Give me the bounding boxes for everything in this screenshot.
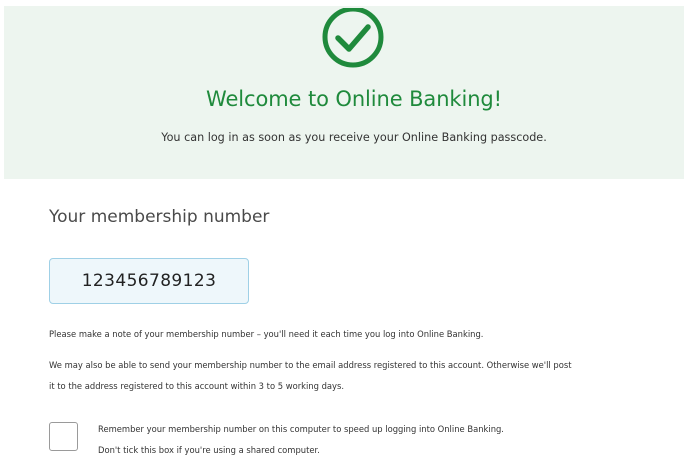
membership-number-display: 123456789123 xyxy=(49,258,249,304)
membership-note-line: Please make a note of your membership nu… xyxy=(49,329,484,339)
remember-membership-label: Remember your membership number on this … xyxy=(98,419,504,461)
welcome-title: Welcome to Online Banking! xyxy=(206,87,502,111)
membership-post-note-line-2: it to the address registered to this acc… xyxy=(49,381,345,391)
membership-heading: Your membership number xyxy=(49,207,270,227)
welcome-subtitle: You can log in as soon as you receive yo… xyxy=(161,131,547,144)
remember-label-line-1: Remember your membership number on this … xyxy=(98,424,504,434)
welcome-banner: Welcome to Online Banking! You can log i… xyxy=(4,6,684,179)
remember-label-line-2: Don't tick this box if you're using a sh… xyxy=(98,445,320,455)
membership-post-note: We may also be able to send your members… xyxy=(49,355,659,397)
page: Welcome to Online Banking! You can log i… xyxy=(0,0,684,466)
check-circle-icon xyxy=(319,8,387,70)
membership-post-note-line-1: We may also be able to send your members… xyxy=(49,360,572,370)
remember-membership-checkbox[interactable] xyxy=(49,422,78,451)
membership-note: Please make a note of your membership nu… xyxy=(49,324,659,345)
